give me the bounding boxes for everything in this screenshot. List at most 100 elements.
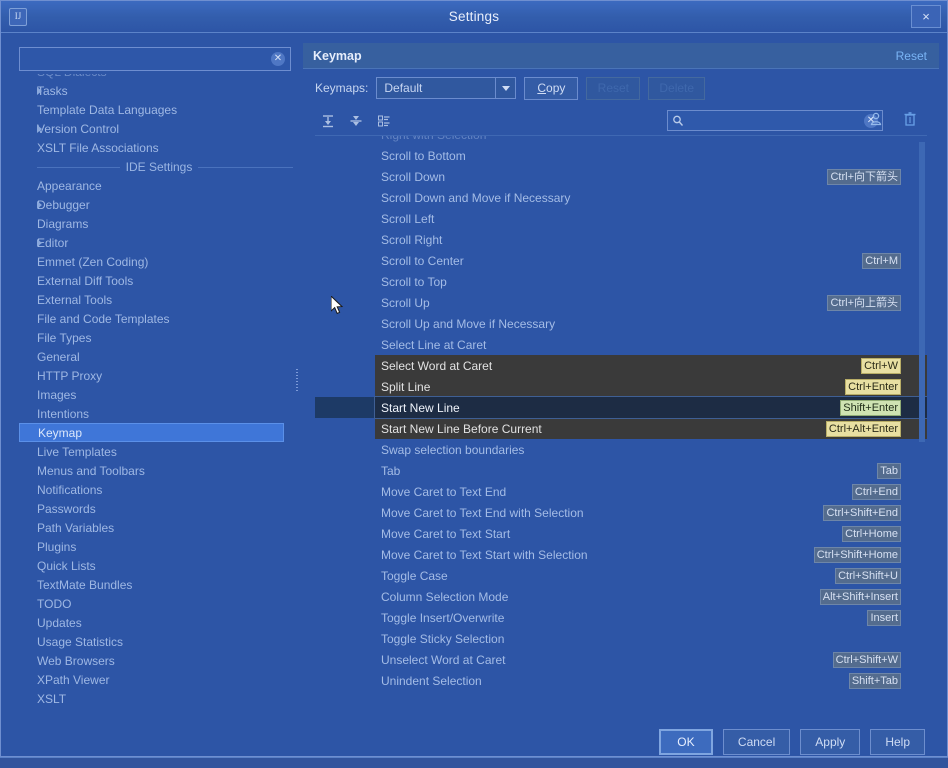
sidebar-item-external-tools[interactable]: External Tools: [19, 290, 299, 309]
action-name: Scroll Down: [381, 169, 446, 184]
find-actions-by-shortcut-icon[interactable]: [865, 109, 887, 129]
action-shortcut: Ctrl+Alt+Enter: [825, 420, 901, 437]
filter-search-box[interactable]: ✕: [667, 110, 883, 131]
sidebar-item-xslt-file-associations[interactable]: XSLT File Associations: [19, 138, 299, 157]
action-row[interactable]: Tab Tab: [315, 460, 927, 481]
cancel-button[interactable]: Cancel: [722, 729, 791, 755]
actions-list-scroll[interactable]: Right with Selection Scroll to Bottom Scro…: [315, 135, 927, 722]
action-row[interactable]: Scroll Up and Move if Necessary: [315, 313, 927, 334]
sidebar-item-label: Template Data Languages: [37, 102, 178, 117]
chevron-right-icon[interactable]: [37, 201, 42, 209]
action-row[interactable]: Right with Selection: [315, 136, 927, 145]
sidebar-item-todo[interactable]: TODO: [19, 594, 299, 613]
sidebar-item-passwords[interactable]: Passwords: [19, 499, 299, 518]
sidebar-item-sql-dialects[interactable]: SQL Dialects: [19, 74, 299, 81]
action-name: Move Caret to Text Start with Selection: [381, 547, 588, 562]
close-icon[interactable]: ×: [911, 5, 941, 28]
filter-input[interactable]: [688, 113, 864, 128]
keymap-select[interactable]: Default: [376, 77, 517, 99]
action-name: Scroll to Center: [381, 253, 464, 268]
sidebar-item-label: Keymap: [38, 425, 83, 440]
sidebar-item-images[interactable]: Images: [19, 385, 299, 404]
sidebar-item-xslt[interactable]: XSLT: [19, 689, 299, 708]
sidebar-item-textmate-bundles[interactable]: TextMate Bundles: [19, 575, 299, 594]
copy-button[interactable]: Copy: [524, 76, 579, 100]
sidebar-item-http-proxy[interactable]: HTTP Proxy: [19, 366, 299, 385]
sidebar-item-editor[interactable]: Editor: [19, 233, 299, 252]
sidebar-item-xpath-viewer[interactable]: XPath Viewer: [19, 670, 299, 689]
reset-shortcuts-icon[interactable]: [899, 109, 921, 129]
action-row[interactable]: Move Caret to Text End Ctrl+End: [315, 481, 927, 502]
settings-tree[interactable]: SQL Dialects Tasks Template Data Languages…: [19, 74, 299, 722]
sidebar-item-label: Notifications: [37, 482, 103, 497]
sidebar-item-tasks[interactable]: Tasks: [19, 81, 299, 100]
action-row[interactable]: Start New Line Shift+Enter: [374, 396, 927, 419]
action-row[interactable]: Toggle Case Ctrl+Shift+U: [315, 565, 927, 586]
action-row[interactable]: Unindent Selection Shift+Tab: [315, 670, 927, 691]
sidebar-search-box[interactable]: ✕: [19, 47, 291, 71]
sidebar-item-label: Usage Statistics: [37, 634, 124, 649]
sidebar-item-updates[interactable]: Updates: [19, 613, 299, 632]
action-row[interactable]: Select Word at Caret Ctrl+W: [375, 355, 927, 376]
sidebar-item-menus-and-toolbars[interactable]: Menus and Toolbars: [19, 461, 299, 480]
sidebar-item-emmet-zen-coding[interactable]: Emmet (Zen Coding): [19, 252, 299, 271]
vertical-scrollbar[interactable]: [919, 142, 925, 442]
sidebar-item-label: Live Templates: [37, 444, 117, 459]
help-button[interactable]: Help: [870, 729, 925, 755]
clear-icon[interactable]: ✕: [271, 52, 285, 66]
edit-shortcut-icon[interactable]: [373, 111, 395, 131]
sidebar-item-label: Version Control: [37, 121, 120, 136]
apply-button[interactable]: Apply: [800, 729, 861, 755]
action-row[interactable]: Column Selection Mode Alt+Shift+Insert: [315, 586, 927, 607]
action-row[interactable]: Scroll Right: [315, 229, 927, 250]
action-row[interactable]: Scroll Left: [315, 208, 927, 229]
sidebar-item-version-control[interactable]: Version Control: [19, 119, 299, 138]
sidebar-item-live-templates[interactable]: Live Templates: [19, 442, 299, 461]
action-row[interactable]: Move Caret to Text Start with Selection C…: [315, 544, 927, 565]
sidebar-item-general[interactable]: General: [19, 347, 299, 366]
action-row[interactable]: Scroll Down and Move if Necessary: [315, 187, 927, 208]
chevron-right-icon[interactable]: [37, 239, 42, 247]
pane-splitter[interactable]: [294, 43, 301, 722]
action-name: Move Caret to Text Start: [381, 526, 511, 541]
sidebar-item-debugger[interactable]: Debugger: [19, 195, 299, 214]
action-row[interactable]: Select Line at Caret: [315, 334, 927, 355]
chevron-right-icon[interactable]: [37, 87, 42, 95]
action-row[interactable]: Scroll to Center Ctrl+M: [315, 250, 927, 271]
action-row[interactable]: Swap selection boundaries: [315, 439, 927, 460]
action-name: Scroll Up and Move if Necessary: [381, 316, 556, 331]
expand-all-icon[interactable]: [317, 111, 339, 131]
action-row[interactable]: Split Line Ctrl+Enter: [375, 376, 927, 397]
sidebar-item-file-types[interactable]: File Types: [19, 328, 299, 347]
action-row[interactable]: Scroll to Top: [315, 271, 927, 292]
sidebar-item-template-data-languages[interactable]: Template Data Languages: [19, 100, 299, 119]
sidebar-item-label: XSLT: [37, 691, 67, 706]
sidebar-item-quick-lists[interactable]: Quick Lists: [19, 556, 299, 575]
action-row[interactable]: Move Caret to Text Start Ctrl+Home: [315, 523, 927, 544]
sidebar-item-keymap[interactable]: Keymap: [19, 423, 284, 442]
action-row[interactable]: Scroll Up Ctrl+向上箭头: [315, 292, 927, 313]
action-row[interactable]: Toggle Sticky Selection: [315, 628, 927, 649]
sidebar-item-file-and-code-templates[interactable]: File and Code Templates: [19, 309, 299, 328]
reset-link[interactable]: Reset: [896, 49, 927, 63]
action-row[interactable]: Scroll to Bottom: [315, 145, 927, 166]
sidebar-item-usage-statistics[interactable]: Usage Statistics: [19, 632, 299, 651]
sidebar-item-plugins[interactable]: Plugins: [19, 537, 299, 556]
sidebar-item-appearance[interactable]: Appearance: [19, 176, 299, 195]
sidebar-item-external-diff-tools[interactable]: External Diff Tools: [19, 271, 299, 290]
ok-button[interactable]: OK: [658, 729, 713, 755]
sidebar-item-intentions[interactable]: Intentions: [19, 404, 299, 423]
action-row[interactable]: Scroll Down Ctrl+向下箭头: [315, 166, 927, 187]
action-row[interactable]: Move Caret to Text End with Selection Ctr…: [315, 502, 927, 523]
action-row[interactable]: Unselect Word at Caret Ctrl+Shift+W: [315, 649, 927, 670]
sidebar-item-path-variables[interactable]: Path Variables: [19, 518, 299, 537]
chevron-right-icon[interactable]: [37, 125, 42, 133]
sidebar-item-web-browsers[interactable]: Web Browsers: [19, 651, 299, 670]
collapse-all-icon[interactable]: [345, 111, 367, 131]
search-input[interactable]: [20, 48, 290, 70]
action-row[interactable]: Toggle Insert/Overwrite Insert: [315, 607, 927, 628]
action-row[interactable]: Start New Line Before Current Ctrl+Alt+En…: [375, 418, 927, 439]
sidebar-item-diagrams[interactable]: Diagrams: [19, 214, 299, 233]
sidebar-item-label: File and Code Templates: [37, 311, 170, 326]
sidebar-item-notifications[interactable]: Notifications: [19, 480, 299, 499]
